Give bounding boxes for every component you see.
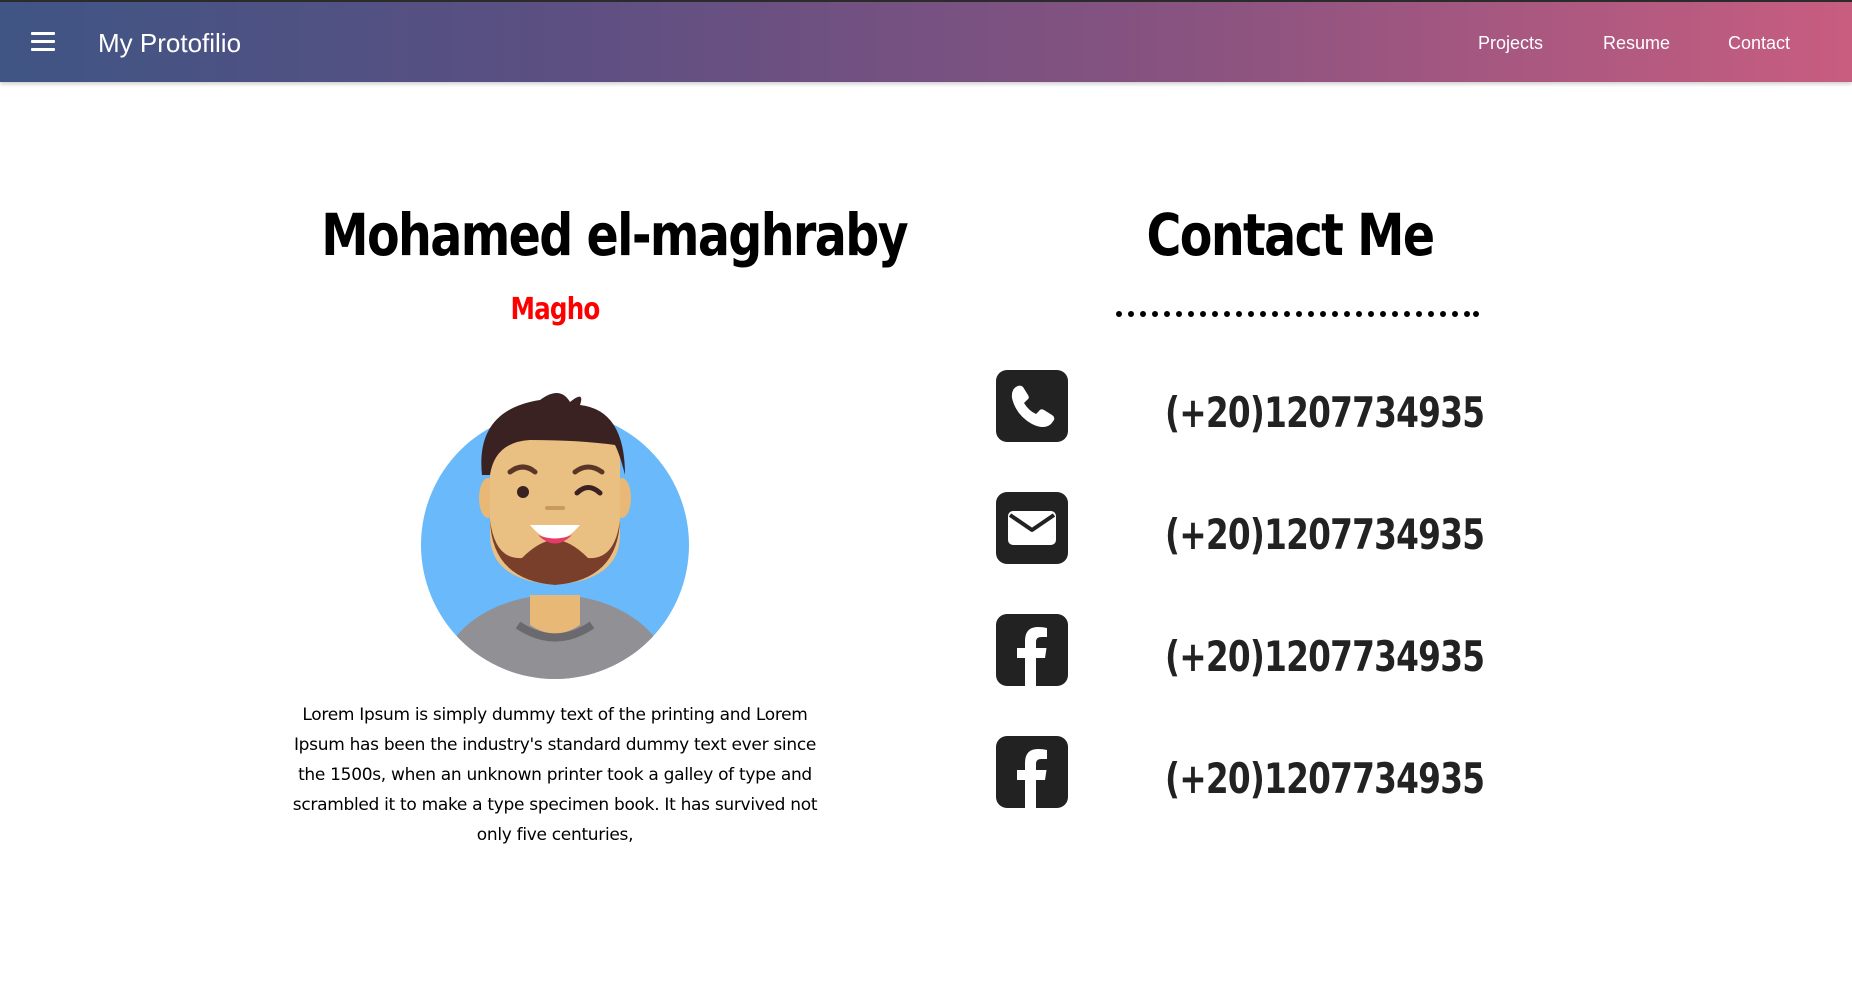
nav-link-projects[interactable]: Projects [1478, 33, 1543, 53]
contact-value-facebook-2: (+20)1207734935 [1165, 754, 1485, 803]
brand-title[interactable]: My Protofilio [98, 28, 241, 58]
top-navbar: My Protofilio Projects Resume Contact [0, 0, 1852, 82]
profile-bio: Lorem Ipsum is simply dummy text of the … [292, 705, 818, 845]
dotted-divider [1116, 311, 1479, 317]
profile-section: Mohamed el-maghraby Magho Lorem Ipsum is… [270, 200, 909, 845]
facebook-icon[interactable] [996, 614, 1068, 686]
contact-row-facebook-1: (+20)1207734935 [996, 614, 1596, 686]
contact-value-facebook-1: (+20)1207734935 [1165, 632, 1485, 681]
contact-value-phone: (+20)1207734935 [1165, 388, 1485, 437]
contact-row-phone: (+20)1207734935 [996, 370, 1596, 442]
nav-link-contact[interactable]: Contact [1728, 33, 1790, 53]
nav-link-resume[interactable]: Resume [1603, 33, 1670, 53]
phone-icon[interactable] [996, 370, 1068, 442]
contact-row-email: (+20)1207734935 [996, 492, 1596, 564]
profile-name: Mohamed el-maghraby [321, 201, 908, 269]
envelope-icon[interactable] [996, 492, 1068, 564]
hamburger-menu-icon[interactable] [30, 32, 56, 52]
facebook-icon[interactable] [996, 736, 1068, 808]
contact-row-facebook-2: (+20)1207734935 [996, 736, 1596, 808]
profile-nickname: Magho [510, 292, 600, 327]
avatar-image [421, 392, 689, 679]
contact-title: Contact Me [1146, 201, 1436, 269]
contact-value-email: (+20)1207734935 [1165, 510, 1485, 559]
